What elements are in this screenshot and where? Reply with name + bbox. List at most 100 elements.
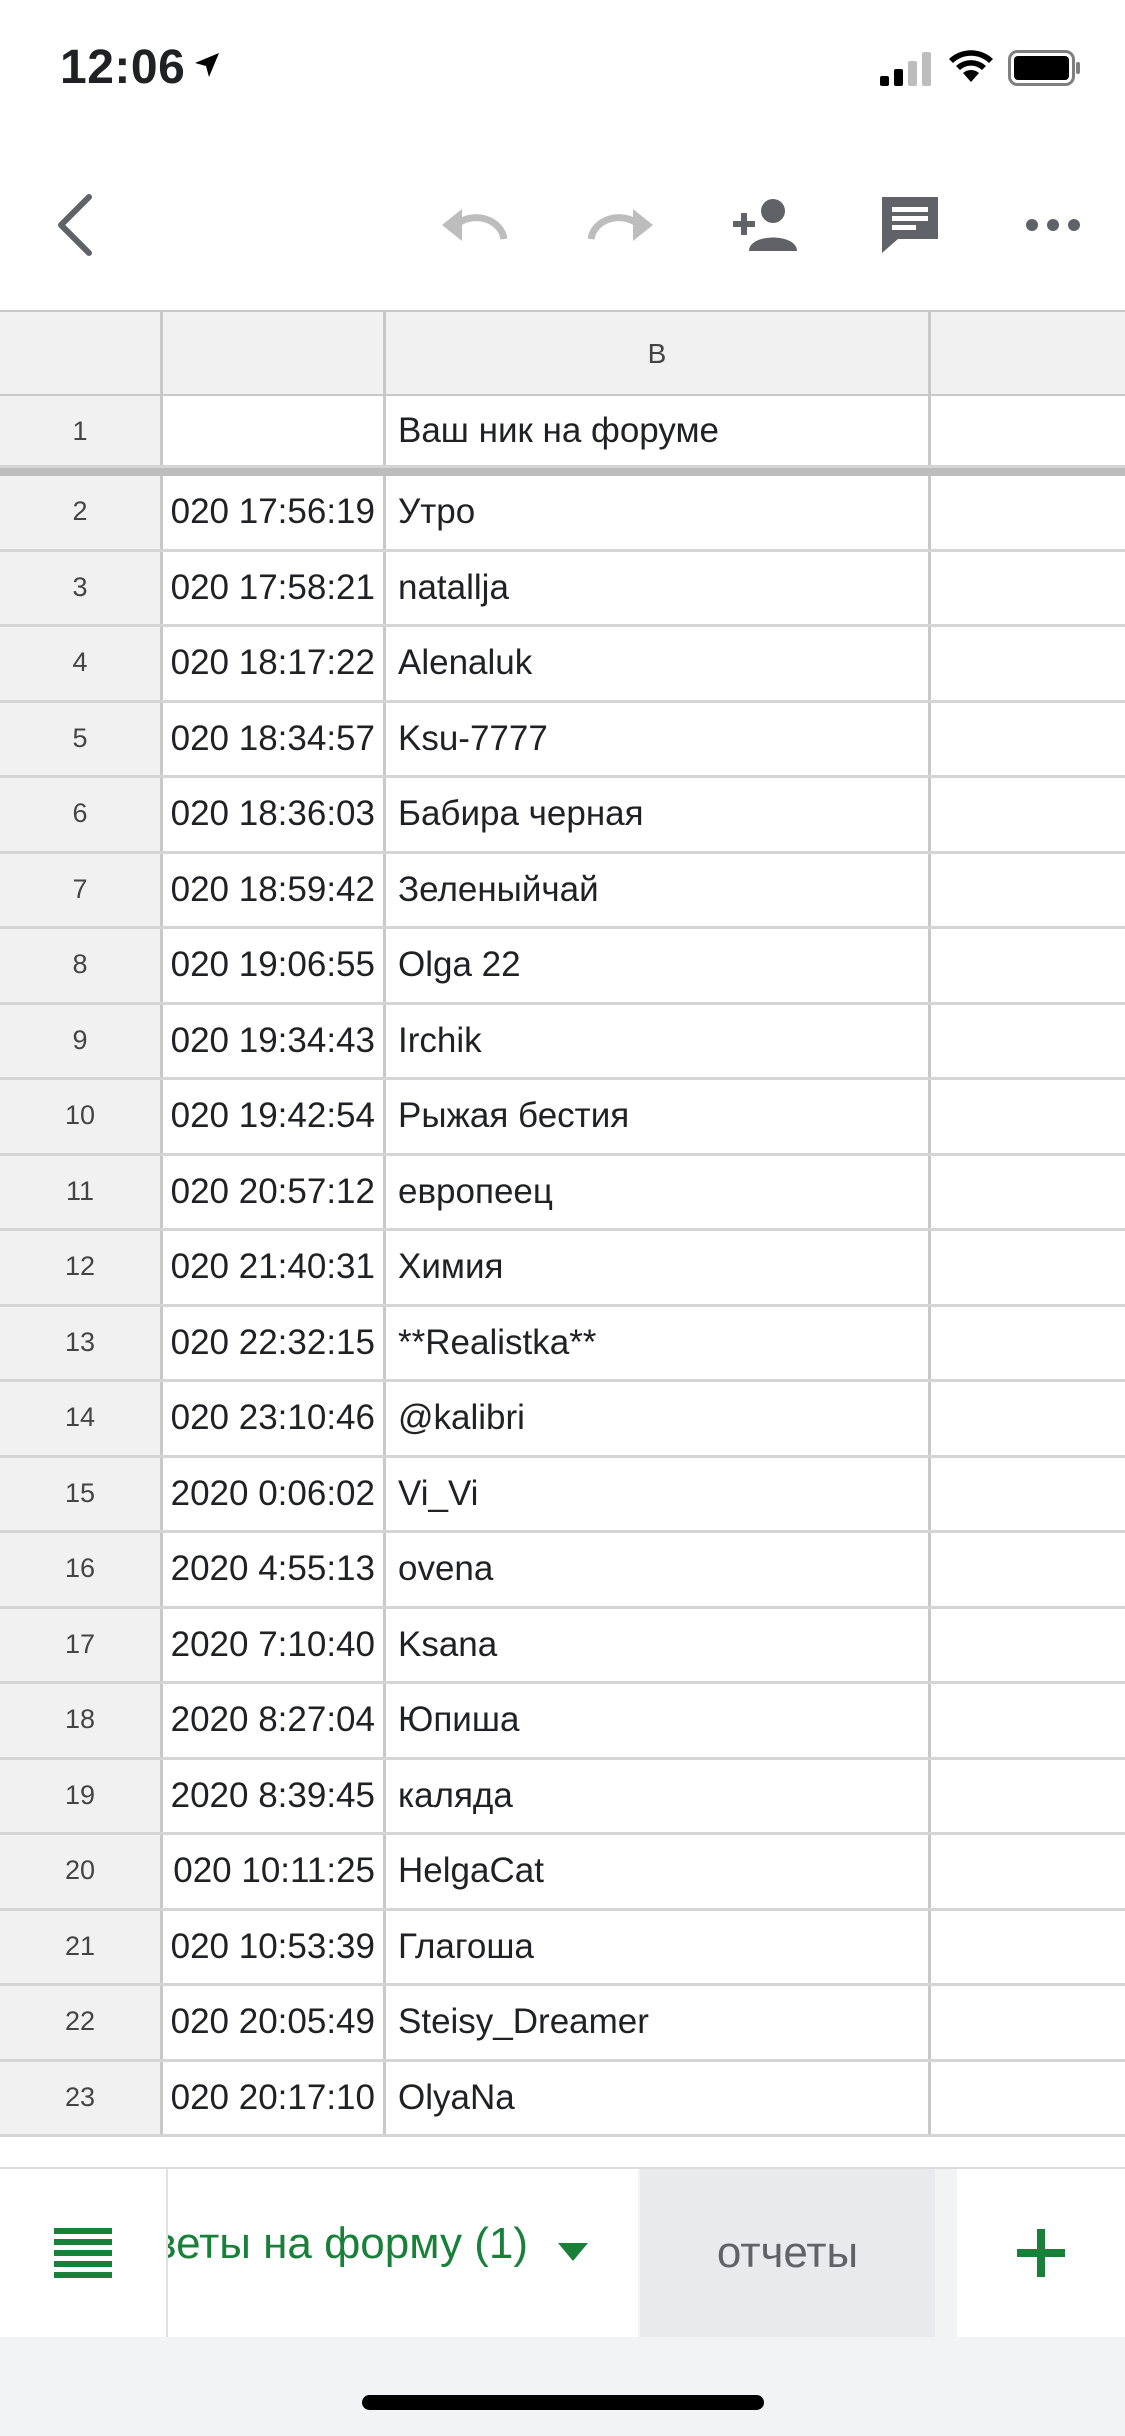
column-header-a[interactable] [163,312,386,396]
row-number[interactable]: 23 [0,2061,163,2134]
cell-nickname[interactable]: @kalibri [386,1382,931,1455]
cell-timestamp[interactable]: 020 18:34:57 [163,702,386,775]
row-number[interactable]: 13 [0,1306,163,1379]
cell-empty[interactable] [931,1458,1125,1531]
tab-form-responses[interactable]: Ответы на форму (1) [168,2169,638,2337]
redo-button[interactable] [575,180,665,270]
cell-nickname[interactable]: каляда [386,1759,931,1832]
cell-empty[interactable] [931,476,1125,549]
cell-timestamp[interactable]: 020 22:32:15 [163,1306,386,1379]
cell-nickname[interactable]: ovena [386,1533,931,1606]
row-number[interactable]: 4 [0,627,163,700]
cell-nickname[interactable]: Steisy_Dreamer [386,1986,931,2059]
cell-nickname[interactable]: natallja [386,551,931,624]
cell-timestamp[interactable]: 020 17:56:19 [163,476,386,549]
cell-timestamp[interactable]: 020 20:05:49 [163,1986,386,2059]
comment-button[interactable] [865,180,955,270]
cell-empty[interactable] [931,929,1125,1002]
cell-empty[interactable] [931,854,1125,927]
cell-timestamp[interactable]: 020 19:34:43 [163,1004,386,1077]
cell-timestamp[interactable]: 020 10:11:25 [163,1835,386,1908]
cell-timestamp[interactable]: 020 10:53:39 [163,1910,386,1983]
row-number[interactable]: 10 [0,1080,163,1153]
row-number[interactable]: 3 [0,551,163,624]
cell-timestamp[interactable]: 020 19:42:54 [163,1080,386,1153]
cell-nickname[interactable]: Бабира черная [386,778,931,851]
cell-timestamp[interactable]: 2020 8:39:45 [163,1759,386,1832]
cell-nickname[interactable]: Irchik [386,1004,931,1077]
cell-timestamp[interactable]: 020 18:59:42 [163,853,386,926]
cell-empty[interactable] [931,1231,1125,1304]
cell-empty[interactable] [931,1307,1125,1380]
cell-nickname[interactable]: Рыжая бестия [386,1080,931,1153]
cell-nickname[interactable]: Глагоша [386,1910,931,1983]
row-number[interactable]: 16 [0,1533,163,1606]
row-number[interactable]: 20 [0,1835,163,1908]
row-number[interactable]: 2 [0,476,163,549]
sheets-list-button[interactable] [0,2169,168,2337]
cell-empty[interactable] [931,1156,1125,1229]
cell-nickname[interactable]: Alenaluk [386,627,931,700]
cell-empty[interactable] [931,1609,1125,1682]
cell-empty[interactable] [931,1911,1125,1984]
cell-empty[interactable] [931,1986,1125,2059]
cell-empty[interactable] [931,2062,1125,2135]
cell-nickname[interactable]: HelgaCat [386,1835,931,1908]
cell-timestamp[interactable]: 020 18:36:03 [163,778,386,851]
row-number[interactable]: 6 [0,778,163,851]
cell-timestamp[interactable]: 020 21:40:31 [163,1231,386,1304]
cell-empty[interactable] [931,1005,1125,1078]
row-number[interactable]: 9 [0,1004,163,1077]
cell-empty[interactable] [931,1533,1125,1606]
row-number[interactable]: 18 [0,1684,163,1757]
cell-nickname[interactable]: OlyaNa [386,2061,931,2134]
cell-nickname[interactable]: Юпиша [386,1684,931,1757]
cell-nickname[interactable]: Olga 22 [386,929,931,1002]
select-all-corner[interactable] [0,312,163,396]
undo-button[interactable] [430,180,520,270]
cell-timestamp[interactable]: 2020 4:55:13 [163,1533,386,1606]
back-button[interactable] [30,180,120,270]
cell-nickname[interactable]: Vi_Vi [386,1457,931,1530]
cell-timestamp[interactable]: 020 19:06:55 [163,929,386,1002]
row-number[interactable]: 7 [0,853,163,926]
cell-timestamp[interactable]: 020 18:17:22 [163,627,386,700]
home-indicator[interactable] [362,2395,764,2410]
cell-nickname[interactable]: Зеленыйчай [386,853,931,926]
cell-nickname[interactable]: Ksana [386,1608,931,1681]
chevron-down-icon[interactable] [558,2243,588,2261]
cell-empty[interactable] [931,703,1125,776]
cell-timestamp[interactable]: 020 20:57:12 [163,1155,386,1228]
cell-timestamp[interactable]: 2020 7:10:40 [163,1608,386,1681]
cell-empty[interactable] [931,1382,1125,1455]
cell-empty[interactable] [931,1684,1125,1757]
cell-nickname[interactable]: Утро [386,476,931,549]
cell-empty[interactable] [931,627,1125,700]
cell-timestamp[interactable]: 020 20:17:10 [163,2061,386,2134]
more-options-button[interactable] [1008,180,1098,270]
cell-timestamp[interactable]: 020 23:10:46 [163,1382,386,1455]
cell-nickname[interactable]: европеец [386,1155,931,1228]
column-header-c[interactable] [931,312,1125,396]
add-sheet-button[interactable] [957,2169,1125,2337]
row-number[interactable]: 14 [0,1382,163,1455]
row-number[interactable]: 12 [0,1231,163,1304]
cell-empty[interactable] [931,552,1125,625]
cell-empty[interactable] [931,1760,1125,1833]
cell-empty[interactable] [931,778,1125,851]
spreadsheet-grid[interactable]: B 1 Ваш ник на форуме 2 020 17:56:19 Утро 3… [0,310,1125,2167]
row-number[interactable]: 5 [0,702,163,775]
cell-nickname[interactable]: Ksu-7777 [386,702,931,775]
cell-empty[interactable] [931,1835,1125,1908]
cell-a1[interactable] [163,396,386,465]
tab-reports[interactable]: отчеты [640,2169,935,2337]
row-number[interactable]: 22 [0,1986,163,2059]
column-header-b[interactable]: B [386,312,931,396]
cell-b1[interactable]: Ваш ник на форуме [386,396,931,465]
cell-timestamp[interactable]: 2020 8:27:04 [163,1684,386,1757]
row-number[interactable]: 1 [0,396,163,465]
cell-nickname[interactable]: **Realistka** [386,1306,931,1379]
cell-empty[interactable] [931,1080,1125,1153]
cell-timestamp[interactable]: 2020 0:06:02 [163,1457,386,1530]
row-number[interactable]: 11 [0,1155,163,1228]
